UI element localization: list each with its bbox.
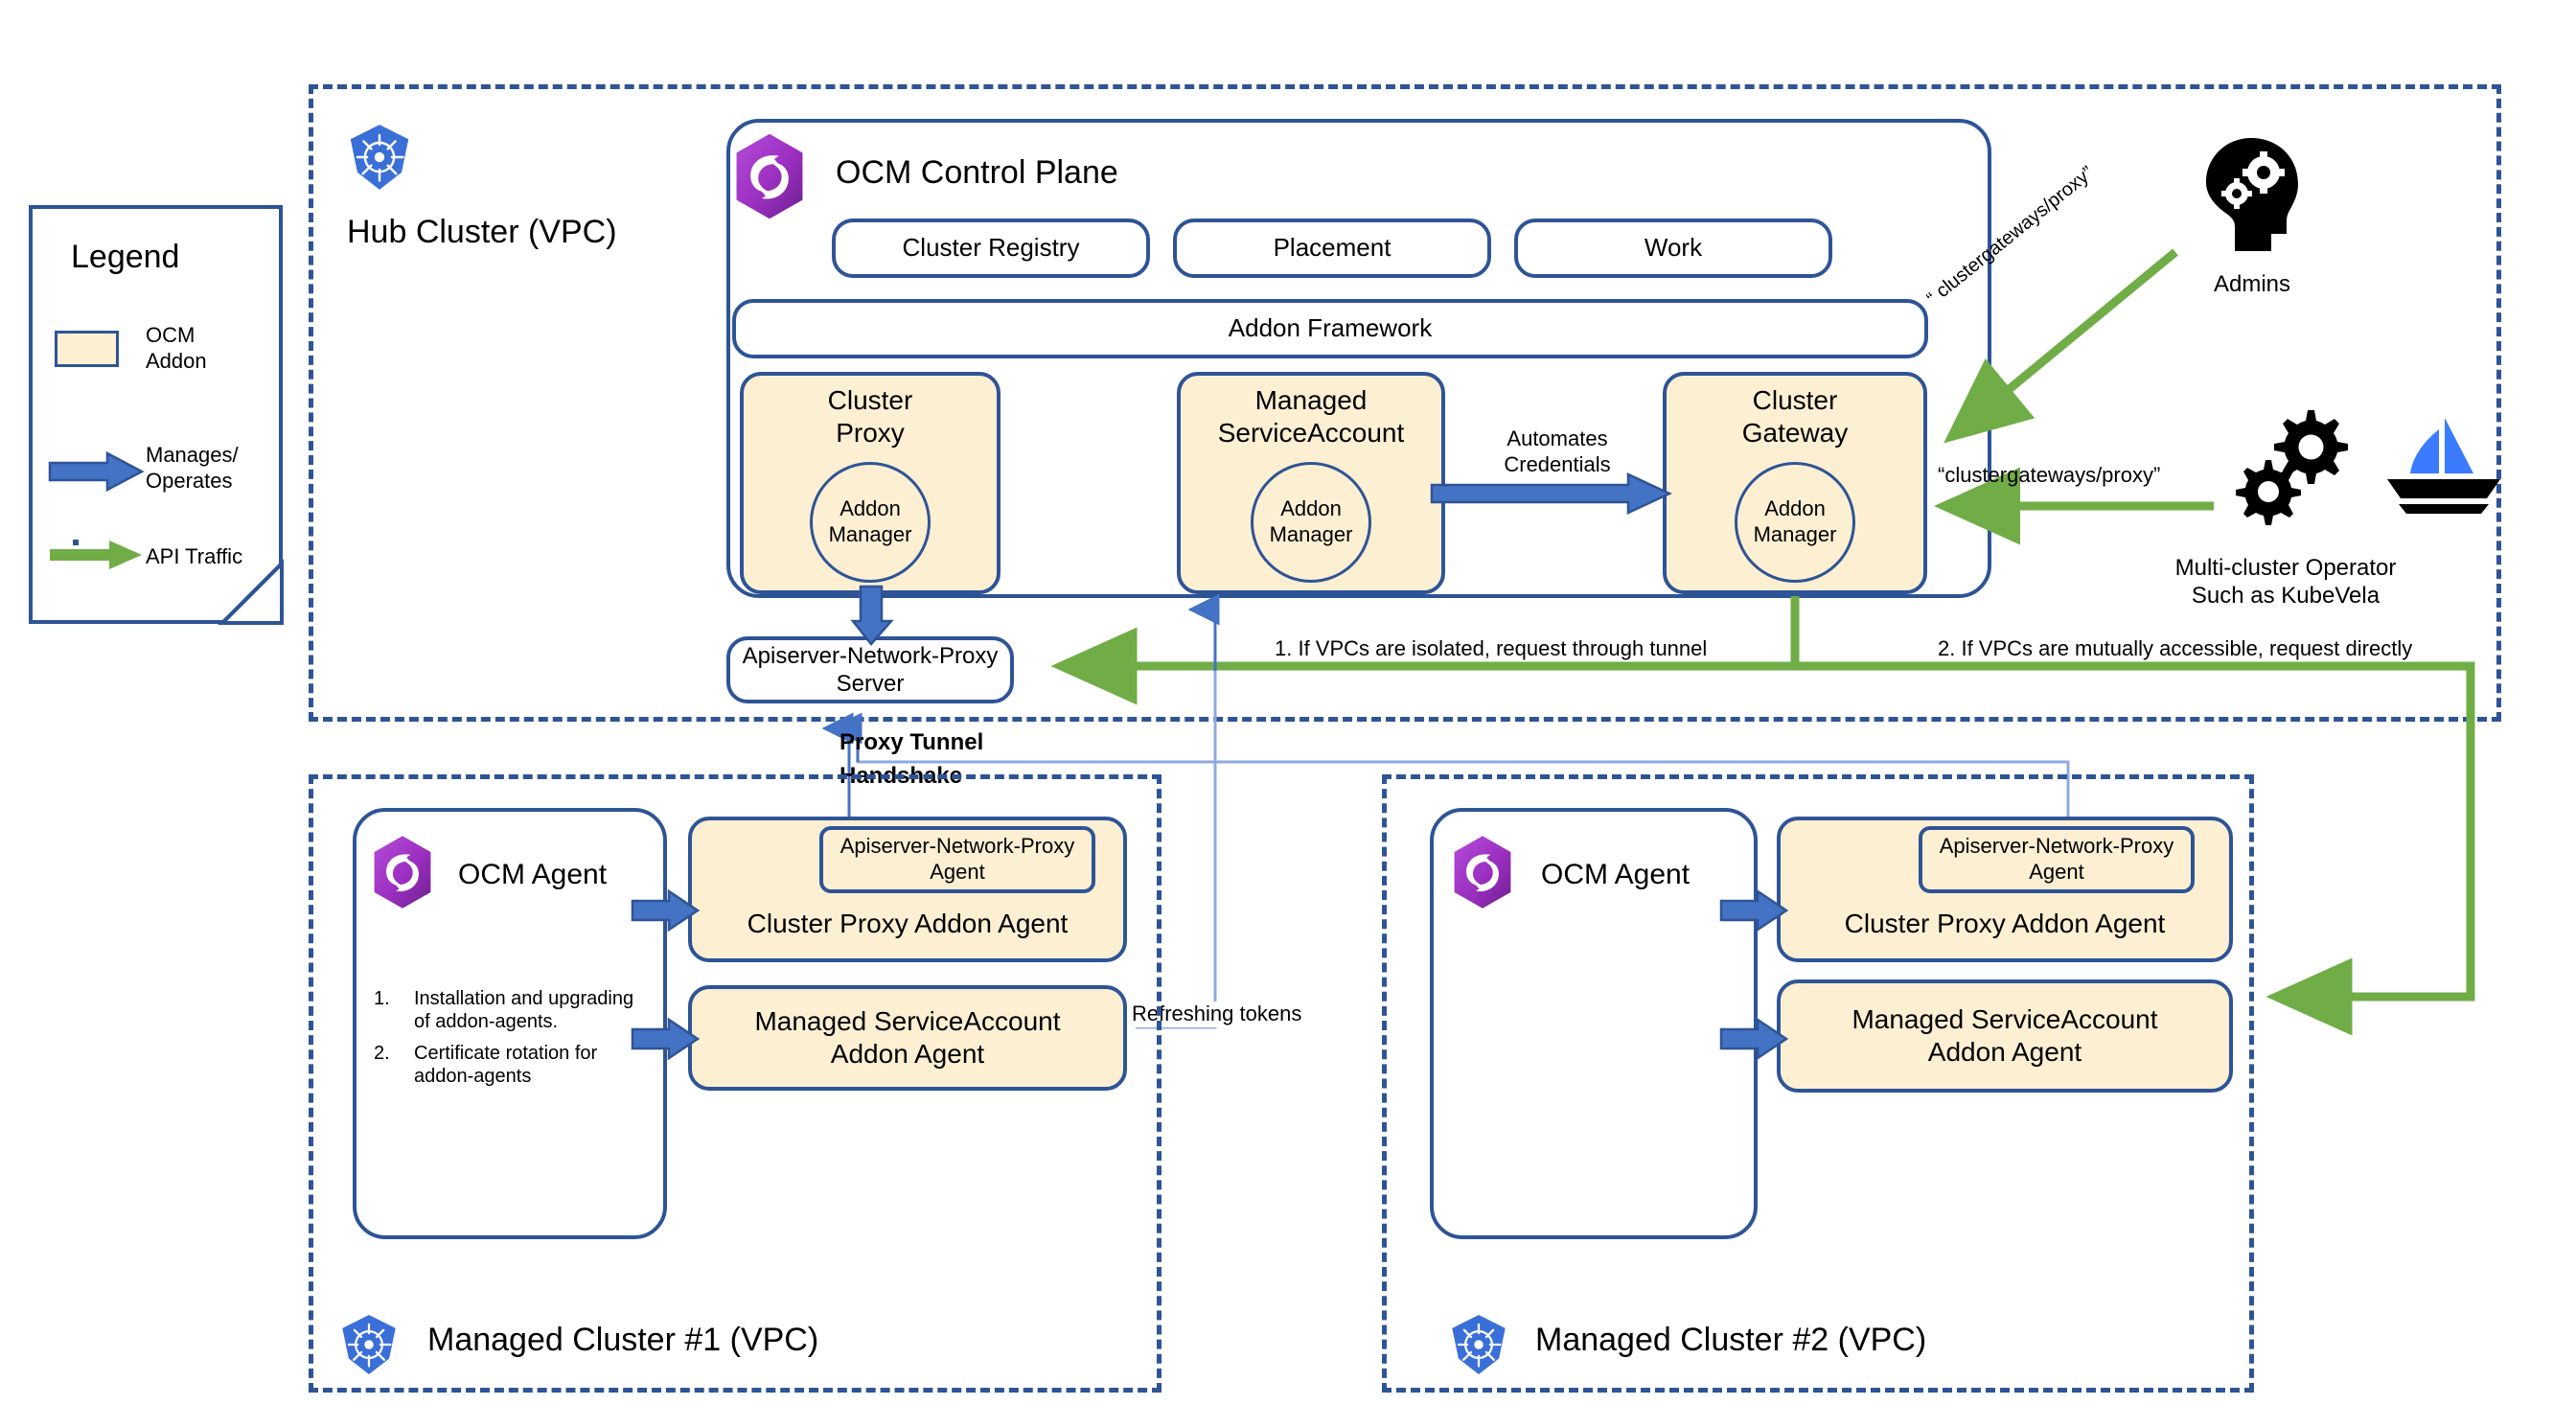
mc1-cluster-proxy-addon-agent-title: Cluster Proxy Addon Agent [747,908,1069,938]
mc2-agent-to-msa-arrow [1719,1017,1789,1061]
mc1-agent-to-msa-arrow [631,1017,701,1061]
mc2-cluster-proxy-addon-agent-title: Cluster Proxy Addon Agent [1844,908,2166,938]
duty-text: Installation and upgrading of addon-agen… [414,988,634,1033]
managed-cluster-1-agent-title: OCM Agent [458,859,608,890]
mc2-agent-to-cluster-proxy-arrow [1719,888,1789,933]
ocm-logo-icon [374,836,431,909]
mc2-apiserver-network-proxy-agent[interactable]: Apiserver-Network-Proxy Agent [1919,826,2195,893]
mc2-managed-serviceaccount-addon-agent-title: Managed ServiceAccount Addon Agent [1852,1003,2158,1067]
duty-number: 1. [374,988,390,1009]
kubernetes-icon [342,1314,396,1375]
managed-cluster-1-label: Managed Cluster #1 (VPC) [427,1322,819,1358]
managed-cluster-2-label: Managed Cluster #2 (VPC) [1535,1322,1927,1358]
diagram-canvas: Legend OCM Addon Manages/ Operates API T… [0,0,2576,1428]
duty-text: Certificate rotation for addon-agents [414,1042,598,1088]
ocm-logo-icon [1454,836,1511,909]
kubernetes-icon [1452,1314,1506,1375]
duty-number: 2. [374,1042,390,1064]
managed-cluster-1-duties: 1. Installation and upgrading of addon-a… [374,987,652,1089]
managed-cluster-2-agent-title: OCM Agent [1541,859,1690,890]
mc1-apiserver-network-proxy-agent[interactable]: Apiserver-Network-Proxy Agent [819,826,1095,893]
mc1-managed-serviceaccount-addon-agent-title: Managed ServiceAccount Addon Agent [754,1005,1061,1069]
mc1-agent-to-cluster-proxy-arrow [631,888,701,933]
